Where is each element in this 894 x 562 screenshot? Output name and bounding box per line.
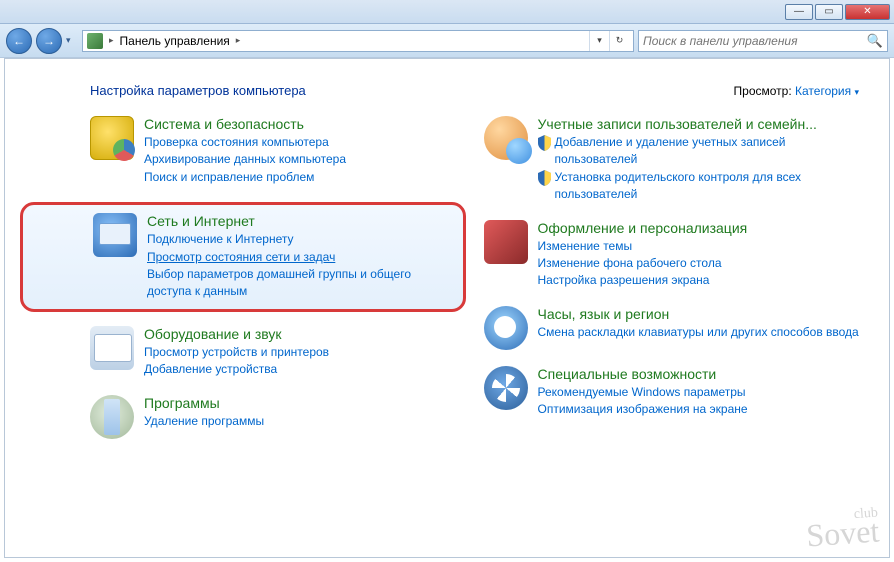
control-panel-icon — [87, 33, 103, 49]
history-dropdown[interactable]: ▾ — [66, 35, 78, 46]
users-icon — [484, 116, 528, 160]
category-link[interactable]: Поиск и исправление проблем — [144, 169, 466, 186]
category-hardware: Оборудование и звук Просмотр устройств и… — [90, 326, 466, 379]
category-link[interactable]: Изменение темы — [538, 238, 860, 255]
back-button[interactable]: ← — [6, 28, 32, 54]
category-link[interactable]: Проверка состояния компьютера — [144, 134, 466, 151]
minimize-button[interactable]: — — [785, 4, 813, 20]
category-link[interactable]: Смена раскладки клавиатуры или других сп… — [538, 324, 860, 341]
window-titlebar: — ▭ ✕ — [0, 0, 894, 24]
category-appearance: Оформление и персонализация Изменение те… — [484, 220, 860, 290]
category-link[interactable]: Добавление и удаление учетных записей по… — [555, 134, 860, 169]
programs-icon — [90, 395, 134, 439]
category-title[interactable]: Оформление и персонализация — [538, 220, 860, 236]
category-link[interactable]: Выбор параметров домашней группы и общег… — [147, 266, 453, 301]
category-title[interactable]: Часы, язык и регион — [538, 306, 860, 322]
shield-icon — [538, 170, 551, 186]
appearance-icon — [484, 220, 528, 264]
content-area: Настройка параметров компьютера Просмотр… — [4, 58, 890, 558]
category-accessibility: Специальные возможности Рекомендуемые Wi… — [484, 366, 860, 419]
category-link-hovered[interactable]: Просмотр состояния сети и задач — [147, 249, 453, 266]
category-link[interactable]: Удаление программы — [144, 413, 466, 430]
category-link[interactable]: Изменение фона рабочего стола — [538, 255, 860, 272]
refresh-button[interactable]: ↻ — [609, 31, 629, 51]
view-prefix: Просмотр: — [734, 84, 792, 98]
forward-button[interactable]: → — [36, 28, 62, 54]
navigation-bar: ← → ▾ ▸ Панель управления ▸ ▾ ↻ 🔍 — [0, 24, 894, 58]
category-link[interactable]: Добавление устройства — [144, 361, 466, 378]
category-security: Система и безопасность Проверка состояни… — [90, 116, 466, 186]
category-link[interactable]: Подключение к Интернету — [147, 231, 453, 248]
category-link[interactable]: Рекомендуемые Windows параметры — [538, 384, 860, 401]
left-column: Система и безопасность Проверка состояни… — [90, 116, 466, 455]
clock-icon — [484, 306, 528, 350]
category-users: Учетные записи пользователей и семейн...… — [484, 116, 860, 204]
right-column: Учетные записи пользователей и семейн...… — [484, 116, 860, 455]
crumb-arrow-icon: ▸ — [236, 35, 241, 46]
maximize-button[interactable]: ▭ — [815, 4, 843, 20]
category-title[interactable]: Сеть и Интернет — [147, 213, 453, 229]
address-dropdown[interactable]: ▾ — [589, 31, 609, 51]
category-link[interactable]: Просмотр устройств и принтеров — [144, 344, 466, 361]
category-network: Сеть и Интернет Подключение к Интернету … — [93, 213, 453, 301]
watermark: club Sovet — [805, 508, 880, 550]
shield-icon — [538, 135, 551, 151]
breadcrumb[interactable]: Панель управления — [120, 34, 230, 48]
accessibility-icon — [484, 366, 528, 410]
category-title[interactable]: Оборудование и звук — [144, 326, 466, 342]
category-link[interactable]: Оптимизация изображения на экране — [538, 401, 860, 418]
address-bar[interactable]: ▸ Панель управления ▸ ▾ ↻ — [82, 30, 634, 52]
category-link[interactable]: Архивирование данных компьютера — [144, 151, 466, 168]
category-title[interactable]: Специальные возможности — [538, 366, 860, 382]
category-clock: Часы, язык и регион Смена раскладки клав… — [484, 306, 860, 350]
highlighted-network-section: Сеть и Интернет Подключение к Интернету … — [20, 202, 466, 312]
search-box[interactable]: 🔍 — [638, 30, 888, 52]
view-by-selector[interactable]: Просмотр: Категория ▾ — [734, 84, 859, 98]
view-value[interactable]: Категория — [795, 84, 851, 98]
category-title[interactable]: Учетные записи пользователей и семейн... — [538, 116, 860, 132]
page-title: Настройка параметров компьютера — [90, 83, 306, 98]
category-link[interactable]: Установка родительского контроля для все… — [555, 169, 860, 204]
search-icon[interactable]: 🔍 — [867, 33, 883, 49]
search-input[interactable] — [643, 34, 867, 48]
category-title[interactable]: Система и безопасность — [144, 116, 466, 132]
category-link[interactable]: Настройка разрешения экрана — [538, 272, 860, 289]
crumb-arrow-icon: ▸ — [109, 35, 114, 46]
chevron-down-icon: ▾ — [854, 87, 859, 97]
close-button[interactable]: ✕ — [845, 4, 890, 20]
hardware-icon — [90, 326, 134, 370]
category-title[interactable]: Программы — [144, 395, 466, 411]
network-icon — [93, 213, 137, 257]
security-icon — [90, 116, 134, 160]
category-programs: Программы Удаление программы — [90, 395, 466, 439]
